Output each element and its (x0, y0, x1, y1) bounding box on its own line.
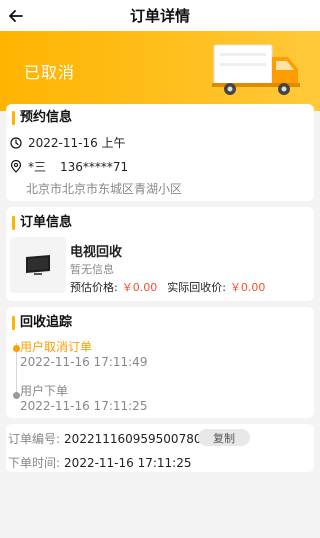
event-label: 用户取消订单 (20, 340, 93, 354)
copy-button[interactable]: 复制 (198, 429, 250, 446)
top-nav: 订单详情 (0, 0, 320, 31)
tracking-title: 回收追踪 (12, 315, 72, 331)
truck-icon (212, 39, 304, 103)
price-row: 预估价格: ￥0.00 实际回收价: ￥0.00 (70, 279, 265, 295)
page-title: 订单详情 (129, 7, 190, 25)
order-number-row: 订单编号: 202211160959500780 (8, 430, 201, 447)
contact-phone: 136*****71 (60, 159, 129, 174)
event-time: 2022-11-16 17:11:49 (20, 355, 148, 369)
status-banner: 已取消 (0, 31, 320, 111)
appointment-datetime-row: 2022-11-16 上午 (10, 134, 126, 151)
clock-icon (10, 136, 22, 149)
estimate-value: ￥0.00 (121, 281, 158, 294)
appointment-title: 预约信息 (12, 110, 72, 126)
order-created: 2022-11-16 17:11:25 (64, 455, 192, 470)
order-created-label: 下单时间: (8, 456, 61, 470)
order-number-label: 订单编号: (8, 432, 61, 446)
event-label: 用户下单 (20, 384, 69, 398)
appointment-datetime: 2022-11-16 上午 (28, 136, 126, 150)
order-status: 已取消 (24, 63, 76, 82)
back-arrow-icon[interactable] (6, 6, 26, 26)
timeline-dot-active (13, 345, 20, 352)
actual-value: ￥0.00 (229, 281, 266, 294)
location-pin-icon (10, 160, 22, 173)
order-info-title: 订单信息 (12, 215, 72, 231)
appointment-address: 北京市北京市东城区青湖小区 (26, 182, 183, 196)
order-created-row: 下单时间: 2022-11-16 17:11:25 (8, 454, 192, 471)
tracking-card: 回收追踪 用户取消订单 2022-11-16 17:11:49 用户下单 202… (6, 307, 314, 418)
product-name: 电视回收 (70, 245, 123, 260)
tv-icon (23, 253, 53, 277)
estimate-label: 预估价格: (70, 281, 118, 294)
appointment-contact-row: *三 136*****71 (10, 158, 128, 175)
product-note: 暂无信息 (70, 263, 114, 276)
timeline-dot (13, 392, 20, 399)
event-time: 2022-11-16 17:11:25 (20, 399, 148, 413)
order-info-card: 订单信息 电视回收 暂无信息 预估价格: ￥0.00 实际回收价: ￥0.00 (6, 207, 314, 301)
actual-label: 实际回收价: (167, 281, 226, 294)
product-thumbnail (10, 237, 66, 293)
appointment-card: 预约信息 2022-11-16 上午 *三 136*****71 北京市北京市东… (6, 104, 314, 201)
contact-name: *三 (28, 160, 47, 174)
order-meta-card: 订单编号: 202211160959500780 复制 下单时间: 2022-1… (6, 424, 314, 472)
order-number: 202211160959500780 (64, 431, 202, 446)
